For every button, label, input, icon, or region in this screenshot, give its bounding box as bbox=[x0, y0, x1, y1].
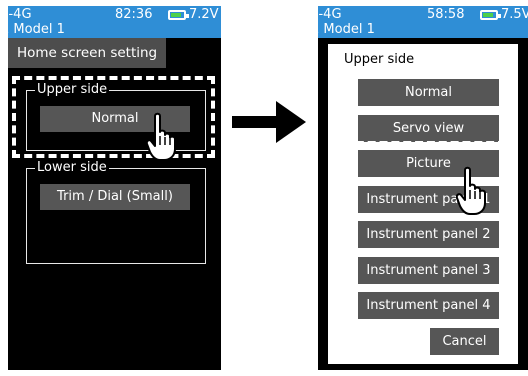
page-title: Home screen setting bbox=[8, 38, 167, 68]
upper-side-select-screen: F-4G 1 Model 1 58:58 7.5V Upper side Nor… bbox=[318, 6, 528, 370]
selection-highlight bbox=[12, 76, 215, 158]
option-instrument-panel-4[interactable]: Instrument panel 4 bbox=[358, 292, 499, 319]
dialog-title: Upper side bbox=[344, 52, 415, 67]
lower-side-button[interactable]: Trim / Dial (Small) bbox=[40, 184, 190, 210]
option-instrument-panel-3[interactable]: Instrument panel 3 bbox=[358, 257, 499, 284]
lower-side-group: Lower side bbox=[26, 160, 206, 264]
option-normal[interactable]: Normal bbox=[358, 79, 499, 106]
option-servo-view[interactable]: Servo view bbox=[358, 115, 499, 142]
battery-icon bbox=[168, 9, 189, 20]
system-name: F-4G bbox=[318, 7, 342, 22]
right-arrow-icon bbox=[232, 101, 306, 143]
option-instrument-panel-2[interactable]: Instrument panel 2 bbox=[358, 221, 499, 248]
home-screen-setting-screen: F-4G 1 Model 1 82:36 7.2V Home screen se… bbox=[8, 6, 221, 370]
battery-voltage: 7.5V bbox=[501, 7, 528, 22]
hand-pointer-icon bbox=[146, 112, 176, 161]
lower-side-label: Lower side bbox=[35, 160, 109, 176]
status-bar: F-4G 1 Model 1 58:58 7.5V bbox=[318, 6, 528, 38]
hand-pointer-icon bbox=[456, 166, 486, 215]
battery-icon bbox=[480, 9, 501, 20]
timer-display: 82:36 bbox=[115, 7, 153, 22]
battery-voltage: 7.2V bbox=[189, 7, 219, 22]
battery-status: 7.5V bbox=[480, 7, 528, 22]
model-name: 1 Model 1 bbox=[8, 22, 65, 37]
cancel-button[interactable]: Cancel bbox=[430, 328, 499, 355]
system-name: F-4G bbox=[8, 7, 32, 22]
status-bar: F-4G 1 Model 1 82:36 7.2V bbox=[8, 6, 221, 38]
battery-status: 7.2V bbox=[168, 7, 219, 22]
timer-display: 58:58 bbox=[427, 7, 465, 22]
model-name: 1 Model 1 bbox=[318, 22, 375, 37]
